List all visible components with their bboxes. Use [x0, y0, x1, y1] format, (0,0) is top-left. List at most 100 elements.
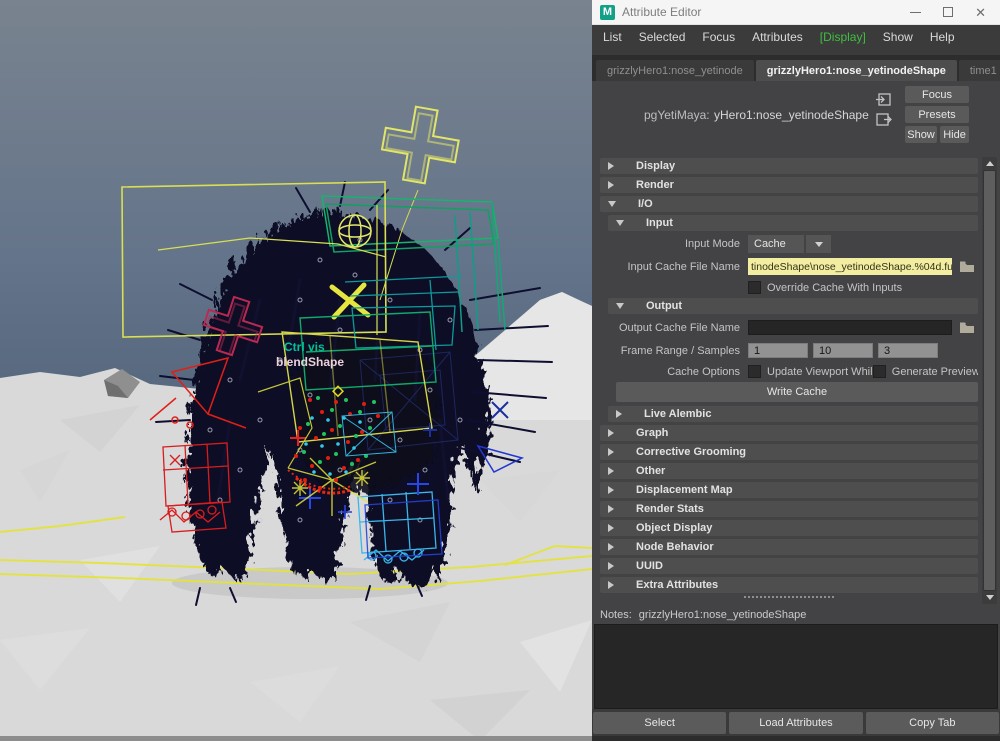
section-input[interactable]: Input: [608, 215, 978, 231]
select-button[interactable]: Select: [593, 712, 726, 734]
frame-end-field[interactable]: 10: [813, 343, 873, 358]
frame-start-field[interactable]: 1: [748, 343, 808, 358]
generate-preview-checkbox[interactable]: [873, 365, 886, 378]
browse-folder-icon[interactable]: [959, 260, 975, 273]
notes-label: Notes:: [600, 609, 632, 621]
section-extra-attributes[interactable]: Extra Attributes: [600, 577, 978, 593]
section-label: Extra Attributes: [636, 579, 718, 591]
attribute-editor-panel: M Attribute Editor ✕ List Selected Focus…: [592, 0, 1000, 741]
section-other[interactable]: Other: [600, 463, 978, 479]
override-cache-checkbox[interactable]: [748, 281, 761, 294]
blendshape-label: blendShape: [276, 355, 344, 369]
chevron-right-icon: [608, 448, 614, 456]
tab-time1[interactable]: time1: [959, 60, 1000, 81]
chevron-right-icon: [608, 543, 614, 551]
chevron-down-icon: [608, 201, 616, 207]
section-label: Displacement Map: [636, 484, 733, 496]
load-attributes-button[interactable]: Load Attributes: [729, 712, 862, 734]
update-viewport-checkbox[interactable]: [748, 365, 761, 378]
maya-application: Ctrl vis blendShape M Attribute Editor ✕…: [0, 0, 1000, 741]
show-button[interactable]: Show: [905, 126, 937, 143]
input-cache-file-field[interactable]: tinodeShape\nose_yetinodeShape.%04d.fur: [748, 258, 952, 275]
window-titlebar[interactable]: M Attribute Editor ✕: [592, 0, 1000, 25]
menu-selected[interactable]: Selected: [639, 30, 686, 44]
menu-list[interactable]: List: [603, 30, 622, 44]
chevron-down-icon: [616, 303, 624, 309]
section-label: Graph: [636, 427, 668, 439]
section-label: I/O: [638, 198, 653, 210]
section-node-behavior[interactable]: Node Behavior: [600, 539, 978, 555]
viewport-canvas[interactable]: Ctrl vis blendShape: [0, 0, 592, 741]
section-live-alembic[interactable]: Live Alembic: [608, 406, 978, 422]
viewport-bottom-edge: [0, 736, 592, 741]
presets-button[interactable]: Presets: [905, 106, 969, 123]
input-mode-select[interactable]: Cache: [748, 235, 804, 253]
notes-textarea[interactable]: [594, 624, 998, 709]
focus-button[interactable]: Focus: [905, 86, 969, 103]
tab-nose-yetinodeshape[interactable]: grizzlyHero1:nose_yetinodeShape: [756, 60, 957, 81]
section-label: Render Stats: [636, 503, 704, 515]
node-name-field[interactable]: yHero1:nose_yetinodeShape: [714, 108, 869, 122]
section-object-display[interactable]: Object Display: [600, 520, 978, 536]
notes-node-name: grizzlyHero1:nose_yetinodeShape: [639, 609, 807, 621]
notes-row: Notes: grizzlyHero1:nose_yetinodeShape: [592, 606, 1000, 623]
load-arrow-in-icon[interactable]: [875, 92, 892, 107]
tab-nose-yetinode[interactable]: grizzlyHero1:nose_yetinode: [596, 60, 754, 81]
output-cache-file-label: Output Cache File Name: [608, 322, 748, 334]
window-bottom-edge: [592, 736, 1000, 741]
section-label: Live Alembic: [644, 408, 711, 420]
override-cache-label: Override Cache With Inputs: [767, 282, 902, 294]
menu-attributes[interactable]: Attributes: [752, 30, 803, 44]
menu-display[interactable]: [Display]: [820, 30, 866, 44]
chevron-right-icon: [608, 486, 614, 494]
output-cache-file-field[interactable]: [748, 320, 952, 335]
section-label: Node Behavior: [636, 541, 714, 553]
dropdown-arrow-icon[interactable]: [806, 235, 831, 253]
section-resize-dots: [744, 596, 834, 598]
menubar: List Selected Focus Attributes [Display]…: [592, 25, 1000, 49]
section-output[interactable]: Output: [608, 298, 978, 314]
section-corrective-grooming[interactable]: Corrective Grooming: [600, 444, 978, 460]
section-io[interactable]: I/O: [600, 196, 978, 212]
close-icon[interactable]: ✕: [975, 6, 986, 19]
footer-buttons: Select Load Attributes Copy Tab: [592, 709, 1000, 736]
scroll-up-arrow-icon[interactable]: [982, 157, 997, 170]
node-header: pgYetiMaya: yHero1:nose_yetinodeShape Fo…: [592, 81, 1000, 155]
input-cache-file-label: Input Cache File Name: [608, 261, 748, 273]
scroll-down-arrow-icon[interactable]: [982, 591, 997, 604]
chevron-right-icon: [608, 505, 614, 513]
section-label: Corrective Grooming: [636, 446, 746, 458]
menu-focus[interactable]: Focus: [702, 30, 735, 44]
chevron-right-icon: [608, 562, 614, 570]
section-label: Other: [636, 465, 665, 477]
section-displacement-map[interactable]: Displacement Map: [600, 482, 978, 498]
section-render-stats[interactable]: Render Stats: [600, 501, 978, 517]
attributes-scroll-area: Display Render I/O Input Input Mode Cach…: [592, 155, 1000, 606]
frame-range-label: Frame Range / Samples: [608, 345, 748, 357]
section-label: Output: [646, 300, 682, 312]
section-uuid[interactable]: UUID: [600, 558, 978, 574]
chevron-right-icon: [608, 429, 614, 437]
maximize-icon[interactable]: [943, 7, 953, 17]
cache-options-label: Cache Options: [608, 366, 748, 378]
generate-preview-label: Generate Preview: [892, 366, 978, 378]
write-cache-button[interactable]: Write Cache: [616, 382, 978, 402]
section-graph[interactable]: Graph: [600, 425, 978, 441]
copy-tab-button[interactable]: Copy Tab: [866, 712, 999, 734]
maya-app-icon: M: [600, 5, 615, 20]
browse-folder-icon[interactable]: [959, 321, 975, 334]
chevron-right-icon: [608, 581, 614, 589]
load-arrow-out-icon[interactable]: [875, 112, 892, 127]
viewport-3d[interactable]: Ctrl vis blendShape: [0, 0, 592, 741]
section-display[interactable]: Display: [600, 158, 978, 174]
hide-button[interactable]: Hide: [940, 126, 969, 143]
menu-show[interactable]: Show: [883, 30, 913, 44]
update-viewport-label: Update Viewport While: [767, 366, 873, 378]
chevron-right-icon: [616, 410, 622, 418]
panel-scrollbar[interactable]: [982, 157, 997, 604]
samples-field[interactable]: 3: [878, 343, 938, 358]
menu-help[interactable]: Help: [930, 30, 955, 44]
minimize-icon[interactable]: [910, 12, 921, 13]
section-render[interactable]: Render: [600, 177, 978, 193]
scrollbar-thumb[interactable]: [983, 170, 996, 591]
